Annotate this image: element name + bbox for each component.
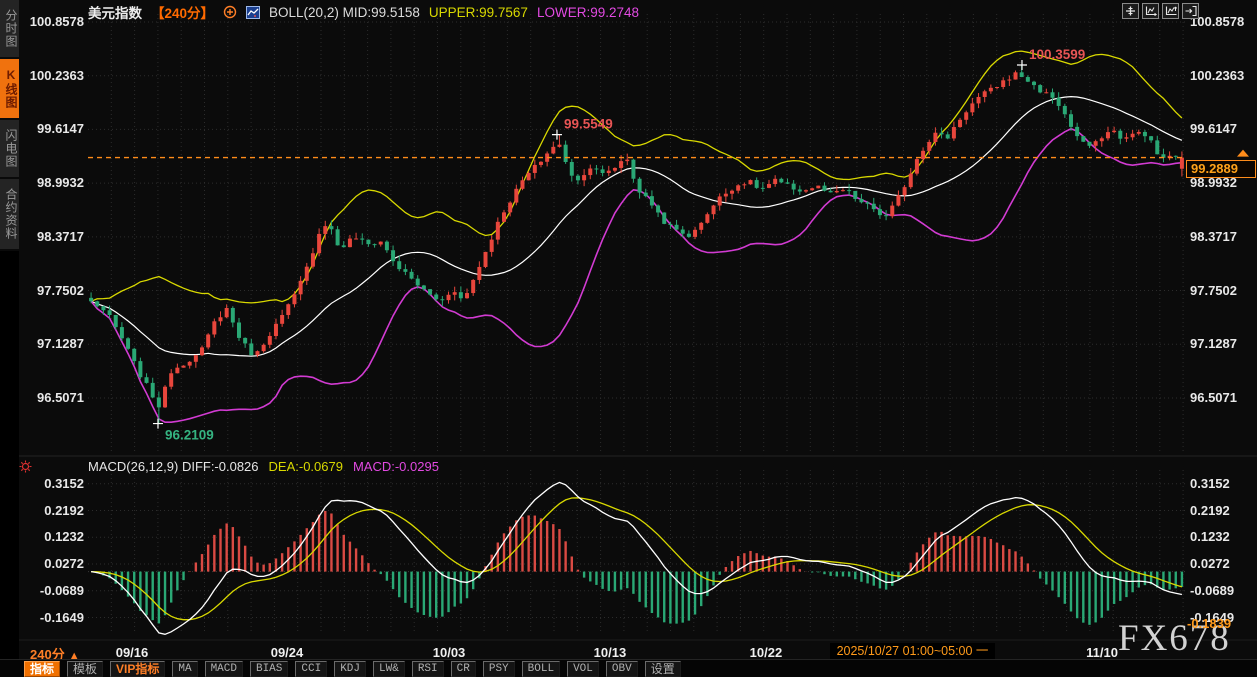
date-tick-label: 11/10 [1086, 645, 1118, 660]
period-tag: 【240分】 [151, 6, 215, 21]
current-price-box: 99.2889 [1186, 160, 1256, 178]
macd-params-and-diff: MACD(26,12,9) DIFF:-0.0826 [88, 458, 259, 474]
price-tick-left: 97.1287 [37, 336, 84, 352]
svg-text:96.2109: 96.2109 [165, 428, 214, 443]
macd-tick-left: 0.3152 [44, 475, 84, 491]
toolbar-button-PSY[interactable]: PSY [482, 661, 515, 677]
sidebar-tab-3[interactable]: 闪电图 [0, 120, 19, 179]
add-indicator-icon[interactable] [223, 5, 237, 19]
scale-x-axis-button[interactable] [1142, 3, 1159, 19]
chart-type-sidebar: 分时图 K线图 闪电图 合约资料 [0, 0, 19, 677]
date-tick-label: 10/22 [749, 645, 783, 660]
toolbar-button-指标[interactable]: 指标 [24, 661, 61, 677]
price-tick-left: 100.8578 [29, 14, 84, 29]
price-tick-right: 98.9932 [1190, 175, 1237, 191]
macd-dea-value: DEA:-0.0679 [268, 458, 343, 474]
date-tick-label: 09/24 [270, 645, 304, 660]
trading-app-window: 99.5549 100.3599 96.2109 FX678 分时图 K线图 闪电图 合约… [0, 0, 1257, 677]
boll-upper-value: UPPER:99.7567 [428, 4, 528, 20]
macd-header: MACD(26,12,9) DIFF:-0.0826 DEA:-0.0679 M… [88, 458, 439, 474]
toolbar-button-VOL[interactable]: VOL [567, 661, 599, 677]
sidebar-tab-1[interactable]: 分时图 [0, 0, 19, 59]
price-tick-right: 99.6147 [1190, 121, 1237, 137]
macd-tick-right: 0.0272 [1190, 556, 1230, 572]
svg-text:100.3599: 100.3599 [1029, 47, 1085, 62]
indicator-toolbar: 指标 模板 VIP指标 MA MACD BIAS CCI KDJ LW& RSI CR PSY BOLL… [24, 660, 681, 677]
scale-y-axis-button[interactable] [1162, 3, 1179, 19]
price-tick-right: 96.5071 [1190, 389, 1237, 405]
toolbar-button-MACD[interactable]: MACD [204, 661, 243, 677]
exit-chart-button[interactable] [1182, 3, 1199, 19]
price-tick-right: 97.1287 [1190, 336, 1237, 352]
toolbar-button-CR[interactable]: CR [450, 661, 476, 677]
crosshair-datetime-label: 2025/10/27 01:00~05:00 一 [830, 643, 995, 660]
macd-macd-value: MACD:-0.0295 [352, 458, 439, 474]
macd-tick-left: -0.0689 [39, 582, 84, 598]
price-tick-right: 97.7502 [1190, 282, 1237, 298]
toolbar-button-BIAS[interactable]: BIAS [249, 661, 289, 677]
indicator-toolbar-row: 指标 模板 VIP指标 MA MACD BIAS CCI KDJ LW& RSI CR PSY BOLL… [0, 659, 1257, 677]
chart-header: 美元指数 【240分】 BOLL(20,2) MID:99.5158 UPPER… [88, 3, 639, 22]
boll-mid-value: BOLL(20,2) MID:99.5158 [269, 4, 420, 20]
macd-tick-left: 0.2192 [44, 502, 84, 518]
price-tick-left: 99.6147 [37, 121, 84, 137]
macd-settings-icon[interactable] [19, 460, 32, 478]
macd-tick-right: 0.3152 [1190, 475, 1230, 491]
sidebar-tab-2[interactable]: K线图 [0, 59, 19, 120]
price-tick-right: 98.3717 [1190, 228, 1237, 244]
macd-tick-right: 0.1232 [1190, 529, 1230, 545]
symbol-title: 美元指数 [88, 6, 142, 21]
toolbar-button-RSI[interactable]: RSI [411, 661, 444, 677]
price-tick-left: 100.2363 [29, 67, 84, 83]
macd-tick-left: 0.0272 [44, 556, 84, 572]
chart-canvas[interactable]: 99.5549 100.3599 96.2109 [0, 0, 1257, 677]
macd-tick-right: -0.0689 [1190, 582, 1235, 598]
price-tick-left: 96.5071 [37, 389, 84, 405]
date-tick-label: 10/13 [593, 645, 627, 660]
boll-lower-value: LOWER:99.2748 [536, 4, 639, 20]
price-tick-left: 98.9932 [37, 175, 84, 191]
toolbar-button-模板[interactable]: 模板 [67, 661, 104, 677]
svg-text:99.5549: 99.5549 [564, 117, 613, 132]
macd-tick-right: 0.2192 [1190, 502, 1230, 518]
macd-tick-left: 0.1232 [44, 529, 84, 545]
sidebar-tab-4[interactable]: 合约资料 [0, 179, 19, 251]
toolbar-button-VIP指标[interactable]: VIP指标 [110, 661, 166, 677]
macd-current-marker: -0.1839 [1187, 616, 1232, 631]
price-tick-left: 97.7502 [37, 282, 84, 298]
toolbar-button-OBV[interactable]: OBV [605, 661, 638, 677]
toolbar-button-LW&[interactable]: LW& [373, 661, 405, 677]
toolbar-button-KDJ[interactable]: KDJ [334, 661, 367, 677]
window-controls [1122, 3, 1199, 19]
move-tool-button[interactable] [1122, 3, 1139, 19]
toolbar-button-MA[interactable]: MA [172, 661, 198, 677]
macd-tick-left: -0.1649 [39, 609, 84, 625]
chart-style-icon[interactable] [246, 5, 261, 19]
price-tick-left: 98.3717 [37, 228, 84, 244]
toolbar-button-BOLL[interactable]: BOLL [521, 661, 561, 677]
date-tick-label: 10/03 [432, 645, 466, 660]
toolbar-button-设置[interactable]: 设置 [644, 661, 681, 677]
date-tick-label: 09/16 [115, 645, 149, 660]
price-tick-right: 100.2363 [1190, 67, 1245, 83]
toolbar-button-CCI[interactable]: CCI [295, 661, 328, 677]
